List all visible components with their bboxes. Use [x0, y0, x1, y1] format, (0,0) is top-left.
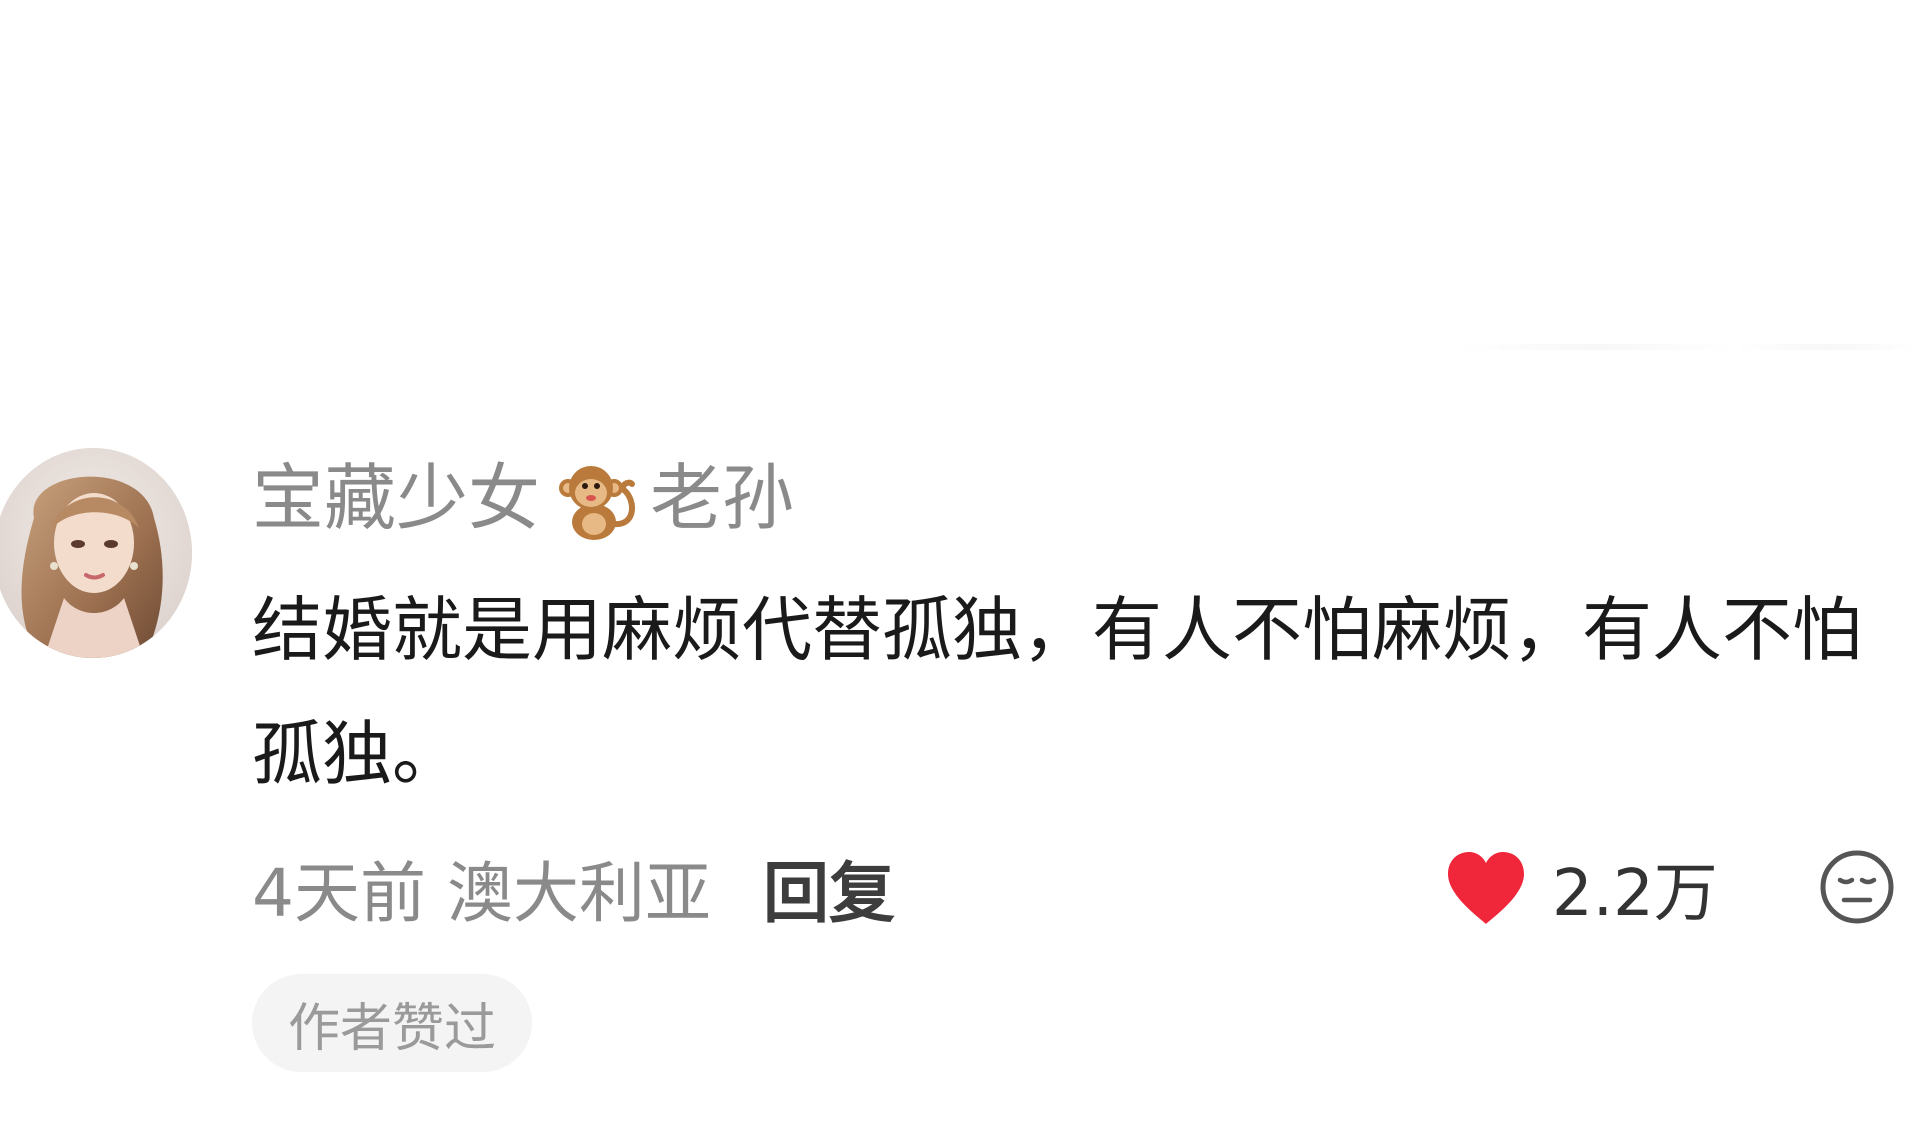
username-text-before: 宝藏少女 — [252, 456, 541, 540]
reply-button[interactable]: 回复 — [763, 840, 895, 936]
like-button[interactable]: 2.2万 — [1444, 838, 1718, 938]
comment-meta: 4天前 澳大利亚 回复 2.2万 — [252, 838, 1912, 938]
comment-body: 宝藏少女 老孙 结婚就是用麻烦代替孤独，有人不怕麻烦，有人不怕孤独。 4天前 澳… — [252, 448, 1912, 1072]
author-liked-badge: 作者赞过 — [252, 974, 533, 1072]
avatar[interactable] — [0, 448, 192, 658]
time-location: 4天前 澳大利亚 — [252, 855, 711, 932]
like-count: 2.2万 — [1552, 857, 1718, 931]
heart-icon — [1448, 852, 1524, 924]
dislike-icon[interactable] — [1818, 848, 1896, 926]
faded-previous-content — [1460, 344, 1920, 350]
monkey-emoji-icon — [559, 466, 636, 540]
comment-screen: 宝藏少女 老孙 结婚就是用麻烦代替孤独，有人不怕麻烦，有人不怕孤独。 4天前 澳… — [0, 0, 1920, 1136]
comment-text: 结婚就是用麻烦代替孤独，有人不怕麻烦，有人不怕孤独。 — [252, 589, 1862, 795]
username[interactable]: 宝藏少女 老孙 — [252, 448, 1912, 548]
avatar-image — [0, 448, 192, 658]
username-text-after: 老孙 — [650, 456, 795, 540]
